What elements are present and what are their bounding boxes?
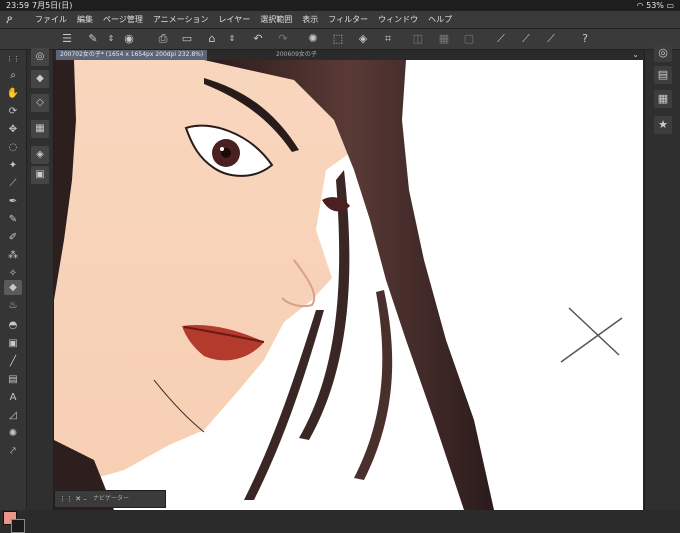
airbrush-icon[interactable]: ⁂: [4, 248, 22, 263]
brush-icon[interactable]: ✐: [4, 230, 22, 245]
figure-icon[interactable]: ╱: [4, 354, 22, 369]
rotate-icon[interactable]: ⟳: [4, 104, 22, 119]
sketch-x: [560, 307, 623, 363]
tool-palette: ⋮⋮ ⌕ ✋ ⟳ ✥ ◌ ✦ ⟋ ✒ ✎ ✐ ⁂ ✧ ◆ ♨ ◓ ▣ ╱ ▤ A…: [0, 50, 27, 533]
open-file-icon[interactable]: ▭: [180, 32, 194, 46]
pointer-icon[interactable]: ⤤: [4, 444, 22, 459]
settings-icon[interactable]: ◉: [122, 32, 136, 46]
menu-help[interactable]: ヘルプ: [428, 11, 452, 28]
move-icon[interactable]: ✥: [4, 122, 22, 137]
selection-icon[interactable]: ▦: [437, 32, 451, 46]
chevron-down-icon[interactable]: ⌄: [632, 50, 639, 60]
correct-line-icon[interactable]: ✺: [4, 426, 22, 441]
gradient-icon[interactable]: ▣: [4, 336, 22, 351]
menu-page[interactable]: ページ管理: [103, 11, 143, 28]
tab-inactive[interactable]: 200609女の子: [272, 50, 321, 60]
menu-list: ファイル 編集 ページ管理 アニメーション レイヤー 選択範囲 表示 フィルター…: [35, 11, 452, 28]
document-tabs: 20070​2女の子* (1654 x 1654px 200dpi 232.8%…: [54, 50, 643, 60]
app-logo-icon[interactable]: ዖ: [6, 13, 20, 26]
decoration-icon[interactable]: ✧: [4, 266, 22, 281]
eyedropper-icon[interactable]: ⟋: [4, 176, 22, 191]
menu-bar: ዖ ファイル 編集 ページ管理 アニメーション レイヤー 選択範囲 表示 フィル…: [0, 11, 680, 29]
redo-icon[interactable]: ↷: [276, 32, 290, 46]
pencil-icon[interactable]: ✎: [4, 212, 22, 227]
menu-selection[interactable]: 選択範囲: [260, 11, 292, 28]
help-icon[interactable]: ?: [578, 32, 592, 46]
fill-icon[interactable]: ◈: [356, 32, 370, 46]
stepper-icon[interactable]: ⇕: [104, 32, 118, 46]
wifi-icon: ◠: [636, 1, 644, 10]
frame-icon[interactable]: ▤: [4, 372, 22, 387]
hair-strand-3: [354, 290, 393, 480]
illustration: [54, 60, 623, 510]
eye-highlight: [220, 147, 224, 151]
command-bar: ☰ ✎ ⇕ ◉ ⎙ ▭ ⌂ ⇕ ↶ ↷ ✺ ⬚ ◈ ⌗ ◫ ▦ ▢ ⟋ ⟋ ⟋ …: [0, 29, 680, 50]
eraser-soft-icon[interactable]: ◇: [31, 94, 49, 112]
zoom-sub-icon[interactable]: ◎: [31, 48, 49, 66]
tab-active[interactable]: 20070​2女の子* (1654 x 1654px 200dpi 232.8%…: [56, 50, 208, 60]
battery-icon: ▭: [666, 1, 674, 10]
lasso-icon[interactable]: ◌: [4, 140, 22, 155]
balloon-icon[interactable]: ◿: [4, 408, 22, 423]
layer-property-icon[interactable]: ◎: [654, 44, 672, 62]
sub-tool-palette: ◎ ◆ ◇ ▦ ◈ ▣: [27, 48, 54, 510]
zoom-icon[interactable]: ⌕: [4, 68, 22, 83]
drawing-canvas[interactable]: [54, 60, 643, 510]
stepper2-icon[interactable]: ⇕: [225, 32, 239, 46]
navigator-label: ナビゲーター: [93, 495, 130, 502]
grip-icon: ⋮⋮: [6, 55, 20, 63]
blend-icon[interactable]: ♨: [4, 298, 22, 313]
pen-settings-icon[interactable]: ⟋: [544, 32, 558, 46]
transform-icon[interactable]: ⌗: [381, 32, 395, 46]
eraser-snap-icon[interactable]: ▣: [31, 166, 49, 184]
save-icon[interactable]: ⎙: [156, 32, 170, 46]
layer-search-icon[interactable]: ▦: [654, 90, 672, 108]
menu-window[interactable]: ウィンドウ: [378, 11, 418, 28]
menu-icon[interactable]: ☰: [60, 32, 74, 46]
ruler-icon[interactable]: ⟋: [494, 32, 508, 46]
eraser-hard-icon[interactable]: ◆: [31, 70, 49, 88]
menu-view[interactable]: 表示: [302, 11, 318, 28]
menu-edit[interactable]: 編集: [77, 11, 93, 28]
magic-wand-icon[interactable]: ✦: [4, 158, 22, 173]
hand-icon[interactable]: ✋: [4, 86, 22, 101]
brush-settings-icon[interactable]: ⟋: [519, 32, 533, 46]
pen-icon[interactable]: ✒: [4, 194, 22, 209]
menu-filter[interactable]: フィルター: [328, 11, 368, 28]
eraser-icon[interactable]: ◆: [4, 280, 22, 295]
right-panel: ◎ ▤ ▦ ★: [644, 44, 680, 510]
clear-icon[interactable]: ⬚: [331, 32, 345, 46]
material-icon[interactable]: ★: [654, 116, 672, 134]
eraser-layers-icon[interactable]: ◈: [31, 146, 49, 164]
crop-icon[interactable]: ▢: [462, 32, 476, 46]
status-bar: 23:59 7月5日(日) ◠ 53% ▭: [0, 0, 680, 11]
battery-percent: 53%: [646, 1, 664, 10]
menu-animation[interactable]: アニメーション: [153, 11, 209, 28]
status-time: 23:59: [6, 1, 30, 10]
fill-icon[interactable]: ◓: [4, 318, 22, 333]
print-icon[interactable]: ⌂: [205, 32, 219, 46]
navigator-panel: ⋮⋮ ✕ – ナビゲーター: [54, 490, 166, 508]
new-file-icon[interactable]: ✎: [86, 32, 100, 46]
menu-layer[interactable]: レイヤー: [219, 11, 251, 28]
loading-icon[interactable]: ✺: [306, 32, 320, 46]
mask-icon[interactable]: ◫: [411, 32, 425, 46]
text-icon[interactable]: A: [4, 390, 22, 405]
layer-icon[interactable]: ▤: [654, 66, 672, 84]
navigator-controls[interactable]: ⋮⋮ ✕ –: [59, 491, 87, 507]
menu-file[interactable]: ファイル: [35, 11, 67, 28]
background-color-swatch[interactable]: [11, 519, 25, 533]
status-date: 7月5日(日): [32, 1, 73, 10]
undo-icon[interactable]: ↶: [251, 32, 265, 46]
status-right: ◠ 53% ▭: [637, 0, 674, 11]
eraser-vector-icon[interactable]: ▦: [31, 120, 49, 138]
